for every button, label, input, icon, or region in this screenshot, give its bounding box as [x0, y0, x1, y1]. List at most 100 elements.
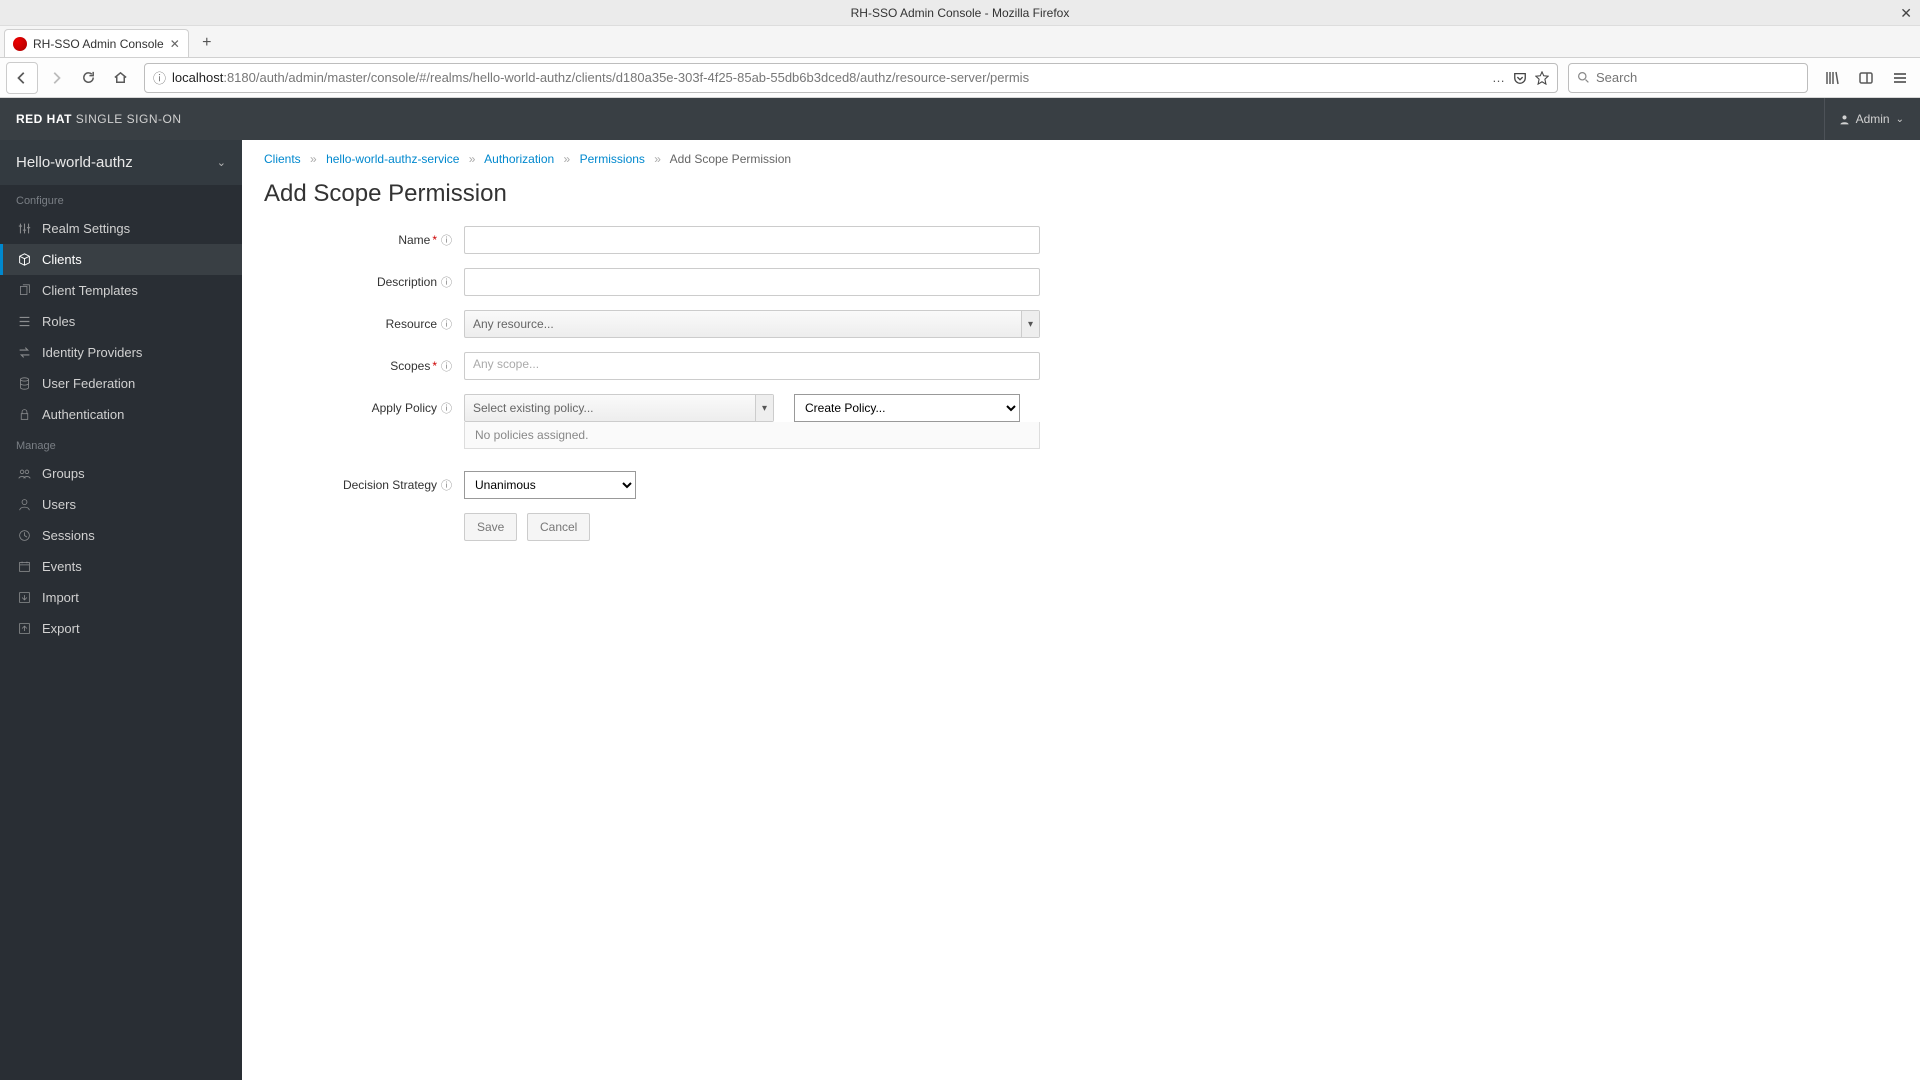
- existing-policy-select[interactable]: Select existing policy... ▾: [464, 394, 774, 422]
- sidebar-item-label: Authentication: [42, 407, 124, 422]
- sidebar-item-label: Events: [42, 559, 82, 574]
- scopes-placeholder: Any scope...: [473, 357, 539, 371]
- description-input[interactable]: [464, 268, 1040, 296]
- sidebar-item-realm-settings[interactable]: Realm Settings: [0, 213, 242, 244]
- required-marker: *: [432, 359, 437, 373]
- help-icon[interactable]: ⓘ: [441, 277, 452, 289]
- name-input[interactable]: [464, 226, 1040, 254]
- user-name: Admin: [1856, 112, 1890, 126]
- reload-icon: [81, 70, 96, 85]
- sidebar-section-configure: Configure: [0, 185, 242, 213]
- existing-policy-placeholder: Select existing policy...: [473, 401, 594, 415]
- cancel-button[interactable]: Cancel: [527, 513, 590, 541]
- sidebar-item-label: Groups: [42, 466, 85, 481]
- redhat-favicon: [13, 37, 27, 51]
- resource-select[interactable]: Any resource... ▾: [464, 310, 1040, 338]
- realm-selector[interactable]: Hello-world-authz ⌄: [0, 140, 242, 185]
- brand-redhat: RED HAT: [16, 112, 72, 126]
- import-icon: [16, 591, 32, 604]
- sidebar-item-label: Import: [42, 590, 79, 605]
- sidebar-item-label: Users: [42, 497, 76, 512]
- page-actions-button[interactable]: …: [1492, 70, 1505, 85]
- hamburger-icon: [1892, 70, 1908, 86]
- breadcrumb-sep: »: [469, 152, 476, 166]
- sidebar-item-groups[interactable]: Groups: [0, 458, 242, 489]
- sidebar-item-users[interactable]: Users: [0, 489, 242, 520]
- sidebar-item-label: Clients: [42, 252, 82, 267]
- user-menu[interactable]: Admin ⌄: [1824, 98, 1904, 140]
- label-name: Name*ⓘ: [264, 226, 464, 248]
- window-close-button[interactable]: ✕: [1900, 0, 1912, 26]
- realm-name: Hello-world-authz: [16, 154, 133, 171]
- pocket-button[interactable]: [1513, 71, 1527, 85]
- save-button[interactable]: Save: [464, 513, 517, 541]
- breadcrumb-sep: »: [564, 152, 571, 166]
- help-icon[interactable]: ⓘ: [441, 361, 452, 373]
- browser-tab-strip: RH-SSO Admin Console ✕ +: [0, 26, 1920, 58]
- tab-close-button[interactable]: ✕: [170, 37, 180, 51]
- sidebar-item-sessions[interactable]: Sessions: [0, 520, 242, 551]
- sidebar-item-authentication[interactable]: Authentication: [0, 399, 242, 430]
- url-bar[interactable]: ⓘ localhost:8180/auth/admin/master/conso…: [144, 63, 1558, 93]
- reload-button[interactable]: [74, 64, 102, 92]
- sidebar-item-label: Identity Providers: [42, 345, 142, 360]
- user-icon: [1839, 114, 1850, 125]
- brand-logo[interactable]: RED HAT SINGLE SIGN-ON: [16, 112, 181, 126]
- url-rest: :8180/auth/admin/master/console/#/realms…: [223, 70, 1029, 85]
- browser-search-bar[interactable]: [1568, 63, 1808, 93]
- info-icon[interactable]: ⓘ: [153, 68, 166, 87]
- browser-search-input[interactable]: [1596, 70, 1799, 85]
- url-text: localhost:8180/auth/admin/master/console…: [172, 70, 1492, 85]
- breadcrumb-service[interactable]: hello-world-authz-service: [326, 152, 459, 166]
- browser-tab[interactable]: RH-SSO Admin Console ✕: [4, 29, 189, 57]
- breadcrumb-permissions[interactable]: Permissions: [580, 152, 645, 166]
- create-policy-select[interactable]: Create Policy...: [794, 394, 1020, 422]
- label-resource: Resourceⓘ: [264, 310, 464, 332]
- home-button[interactable]: [106, 64, 134, 92]
- sidebar-item-label: Sessions: [42, 528, 95, 543]
- help-icon[interactable]: ⓘ: [441, 235, 452, 247]
- library-button[interactable]: [1818, 64, 1846, 92]
- new-tab-button[interactable]: +: [193, 29, 221, 57]
- page-title: Add Scope Permission: [264, 180, 1898, 208]
- help-icon[interactable]: ⓘ: [441, 480, 452, 492]
- url-actions: …: [1492, 70, 1549, 85]
- sidebar: Hello-world-authz ⌄ Configure Realm Sett…: [0, 140, 242, 1080]
- sidebar-toggle-button[interactable]: [1852, 64, 1880, 92]
- calendar-icon: [16, 560, 32, 573]
- chevron-down-icon: ▾: [1021, 311, 1039, 337]
- group-icon: [16, 467, 32, 480]
- home-icon: [113, 70, 128, 85]
- arrow-left-icon: [15, 71, 29, 85]
- sidebar-item-export[interactable]: Export: [0, 613, 242, 644]
- forward-button[interactable]: [42, 64, 70, 92]
- copy-icon: [16, 284, 32, 297]
- back-button[interactable]: [6, 62, 38, 94]
- sidebar-item-import[interactable]: Import: [0, 582, 242, 613]
- label-scopes: Scopes*ⓘ: [264, 352, 464, 374]
- sidebar-item-label: Realm Settings: [42, 221, 130, 236]
- sidebar-item-label: Export: [42, 621, 80, 636]
- sidebar-item-events[interactable]: Events: [0, 551, 242, 582]
- star-icon: [1535, 71, 1549, 85]
- user-icon: [16, 498, 32, 511]
- sidebar-item-roles[interactable]: Roles: [0, 306, 242, 337]
- sidebar-item-label: User Federation: [42, 376, 135, 391]
- label-apply-policy: Apply Policyⓘ: [264, 394, 464, 416]
- label-decision-strategy: Decision Strategyⓘ: [264, 471, 464, 493]
- sidebar-item-identity-providers[interactable]: Identity Providers: [0, 337, 242, 368]
- lock-icon: [16, 408, 32, 421]
- breadcrumb-sep: »: [310, 152, 317, 166]
- sidebar-section-manage: Manage: [0, 430, 242, 458]
- sidebar-item-clients[interactable]: Clients: [0, 244, 242, 275]
- sidebar-item-client-templates[interactable]: Client Templates: [0, 275, 242, 306]
- help-icon[interactable]: ⓘ: [441, 319, 452, 331]
- menu-button[interactable]: [1886, 64, 1914, 92]
- scopes-input[interactable]: Any scope...: [464, 352, 1040, 380]
- help-icon[interactable]: ⓘ: [441, 403, 452, 415]
- sidebar-item-user-federation[interactable]: User Federation: [0, 368, 242, 399]
- breadcrumb-authorization[interactable]: Authorization: [484, 152, 554, 166]
- breadcrumb-clients[interactable]: Clients: [264, 152, 301, 166]
- decision-strategy-select[interactable]: Unanimous: [464, 471, 636, 499]
- bookmark-button[interactable]: [1535, 71, 1549, 85]
